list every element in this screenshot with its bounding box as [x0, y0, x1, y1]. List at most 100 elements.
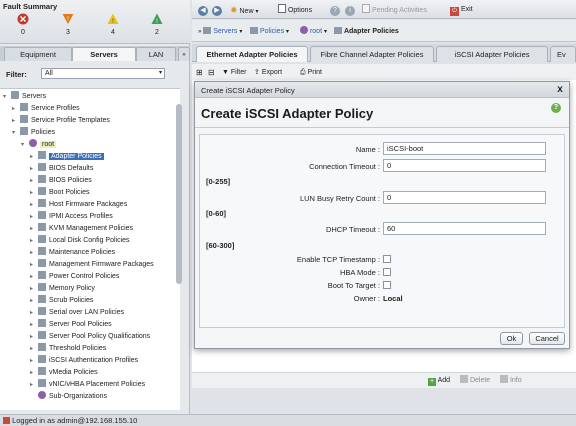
help-icon[interactable]: ? — [551, 103, 561, 113]
info-action-button[interactable]: Info — [500, 375, 522, 387]
expand-arrow-icon[interactable]: ▾ — [12, 127, 20, 139]
policy-icon — [38, 319, 46, 327]
expand-arrow-icon[interactable]: ▸ — [12, 115, 20, 127]
ok-button[interactable]: Ok — [500, 332, 523, 345]
back-button[interactable]: ◀ — [198, 4, 208, 16]
tree-scrollbar[interactable] — [176, 104, 182, 284]
tab-event-policies[interactable]: Ev — [550, 46, 576, 62]
fault-warning[interactable]: ! 2 — [146, 13, 168, 36]
boot-to-target-checkbox[interactable] — [383, 281, 391, 289]
enable-tcp-timestamp-checkbox[interactable] — [383, 255, 391, 263]
tree-node-sub-organizations[interactable]: Sub-Organizations — [30, 391, 107, 403]
expand-arrow-icon[interactable]: ▸ — [30, 211, 38, 223]
connection-timeout-input[interactable]: 0 — [383, 159, 546, 172]
expand-arrow-icon[interactable]: ▸ — [30, 307, 38, 319]
tree-node-servers[interactable]: ▾ Servers — [3, 91, 46, 103]
expand-all-button[interactable]: ⊞ — [196, 67, 203, 79]
expand-arrow-icon[interactable]: ▸ — [30, 295, 38, 307]
expand-arrow-icon[interactable]: ▾ — [21, 139, 29, 151]
filter-button[interactable]: ▼ Filter — [222, 67, 246, 79]
expand-arrow-icon[interactable]: ▸ — [30, 151, 38, 163]
hba-mode-checkbox[interactable] — [383, 268, 391, 276]
tree-node-vmedia-policies[interactable]: ▸ vMedia Policies — [30, 367, 98, 379]
expand-arrow-icon[interactable]: ▸ — [30, 343, 38, 355]
options-button[interactable]: Options — [278, 4, 312, 16]
print-button[interactable]: ⎙ Print — [300, 67, 322, 79]
fault-critical[interactable]: 0 — [12, 13, 34, 36]
expand-arrow-icon[interactable]: ▾ — [3, 91, 11, 103]
expand-arrow-icon[interactable]: ▸ — [30, 199, 38, 211]
tab-iscsi-adapter-policies[interactable]: iSCSI Adapter Policies — [436, 46, 548, 62]
tree-node-ipmi-access-profiles[interactable]: ▸ IPMI Access Profiles — [30, 211, 113, 223]
lun-busy-retry-count-input[interactable]: 0 — [383, 191, 546, 204]
expand-arrow-icon[interactable]: ▸ — [30, 163, 38, 175]
tree-node-server-pool-policies[interactable]: ▸ Server Pool Policies — [30, 319, 112, 331]
fault-minor[interactable]: ! 4 — [102, 13, 124, 36]
filter-select[interactable]: All ▾ — [41, 68, 165, 79]
tree-node-root[interactable]: ▾ root — [21, 139, 57, 151]
breadcrumb-root[interactable]: root ▾ — [300, 26, 327, 38]
expand-arrow-icon[interactable]: ▸ — [30, 379, 38, 391]
tab-scroll-right[interactable]: » — [178, 47, 190, 61]
tab-ethernet-adapter-policies[interactable]: Ethernet Adapter Policies — [196, 46, 308, 62]
help-button[interactable]: ? — [330, 4, 340, 16]
help-icon: ? — [330, 6, 340, 16]
policy-icon — [38, 199, 46, 207]
expand-arrow-icon[interactable]: ▸ — [30, 223, 38, 235]
expand-arrow-icon[interactable]: ▸ — [30, 175, 38, 187]
collapse-all-button[interactable]: ⊟ — [208, 67, 215, 79]
expand-arrow-icon[interactable]: ▸ — [30, 319, 38, 331]
tab-servers[interactable]: Servers — [72, 47, 136, 61]
fault-major-count: 3 — [66, 29, 70, 36]
tree-node-kvm-management-policies[interactable]: ▸ KVM Management Policies — [30, 223, 133, 235]
tree-node-bios-policies[interactable]: ▸ BIOS Policies — [30, 175, 92, 187]
tree-node-iscsi-authentication-profiles[interactable]: ▸ iSCSI Authentication Profiles — [30, 355, 138, 367]
export-button[interactable]: ⇪ Export — [254, 67, 282, 79]
tree-node-policies[interactable]: ▾ Policies — [12, 127, 55, 139]
tree-node-scrub-policies[interactable]: ▸ Scrub Policies — [30, 295, 93, 307]
tab-equipment[interactable]: Equipment — [4, 47, 72, 61]
dialog-titlebar[interactable]: Create iSCSI Adapter Policy x — [195, 82, 569, 98]
dhcp-timeout-input[interactable]: 60 — [383, 222, 546, 235]
tree-node-vnic-vhba-placement-policies[interactable]: ▸ vNIC/vHBA Placement Policies — [30, 379, 145, 391]
pending-activities-button[interactable]: Pending Activities — [362, 4, 427, 16]
tab-lan[interactable]: LAN — [136, 47, 176, 61]
forward-button[interactable]: ▶ — [212, 4, 222, 16]
tree-node-maintenance-policies[interactable]: ▸ Maintenance Policies — [30, 247, 115, 259]
expand-arrow-icon[interactable]: ▸ — [30, 283, 38, 295]
delete-button[interactable]: Delete — [460, 375, 490, 387]
tree-node-management-firmware-packages[interactable]: ▸ Management Firmware Packages — [30, 259, 154, 271]
tree-node-bios-defaults[interactable]: ▸ BIOS Defaults — [30, 163, 93, 175]
fault-major[interactable]: ! 3 — [57, 13, 79, 36]
expand-arrow-icon[interactable]: ▸ — [30, 247, 38, 259]
tree-node-memory-policy[interactable]: ▸ Memory Policy — [30, 283, 95, 295]
close-icon[interactable]: x — [555, 84, 565, 95]
breadcrumb-servers[interactable]: » Servers ▾ — [198, 26, 242, 38]
new-button[interactable]: ✸ New ▾ — [230, 4, 258, 16]
tree-node-serial-over-lan-policies[interactable]: ▸ Serial over LAN Policies — [30, 307, 124, 319]
add-button[interactable]: + Add — [428, 375, 450, 387]
expand-arrow-icon[interactable]: ▸ — [30, 331, 38, 343]
tree-node-adapter-policies[interactable]: ▸ Adapter Policies — [30, 151, 104, 163]
info-button[interactable]: i — [345, 4, 355, 16]
exit-button[interactable]: ⏻ Exit — [450, 4, 473, 16]
tab-fibre-channel-adapter-policies[interactable]: Fibre Channel Adapter Policies — [310, 46, 434, 62]
breadcrumb-policies[interactable]: Policies ▾ — [250, 26, 289, 38]
tree-node-host-firmware-packages[interactable]: ▸ Host Firmware Packages — [30, 199, 127, 211]
tree-node-server-pool-policy-qualifications[interactable]: ▸ Server Pool Policy Qualifications — [30, 331, 150, 343]
expand-arrow-icon[interactable]: ▸ — [30, 271, 38, 283]
expand-arrow-icon[interactable]: ▸ — [30, 355, 38, 367]
tree-node-threshold-policies[interactable]: ▸ Threshold Policies — [30, 343, 106, 355]
tree-node-boot-policies[interactable]: ▸ Boot Policies — [30, 187, 89, 199]
expand-arrow-icon[interactable]: ▸ — [30, 367, 38, 379]
expand-arrow-icon[interactable]: ▸ — [30, 235, 38, 247]
tree-node-power-control-policies[interactable]: ▸ Power Control Policies — [30, 271, 119, 283]
name-input[interactable]: iSCSI-boot — [383, 142, 546, 155]
expand-arrow-icon[interactable]: ▸ — [30, 187, 38, 199]
expand-arrow-icon[interactable]: ▸ — [12, 103, 20, 115]
cancel-button[interactable]: Cancel — [529, 332, 565, 345]
expand-arrow-icon[interactable]: ▸ — [30, 259, 38, 271]
tree-node-local-disk-config-policies[interactable]: ▸ Local Disk Config Policies — [30, 235, 130, 247]
tree-node-service-profile-templates[interactable]: ▸ Service Profile Templates — [12, 115, 110, 127]
tree-node-service-profiles[interactable]: ▸ Service Profiles — [12, 103, 80, 115]
